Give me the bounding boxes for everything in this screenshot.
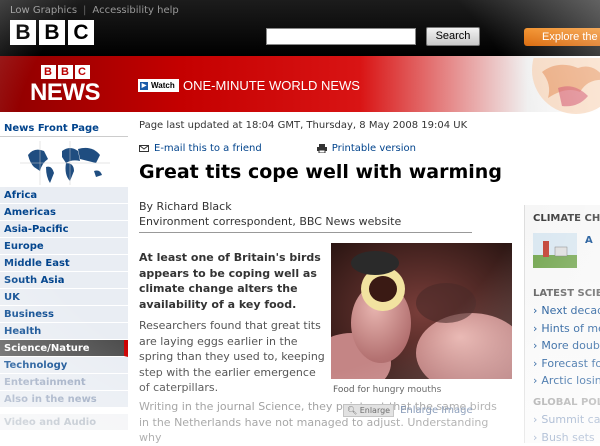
article-lead: At least one of Britain's birds appears … [139,251,321,311]
bbc-letter: B [57,65,73,79]
printer-icon [316,144,327,153]
global-heading: GLOBAL POLI [533,397,600,408]
world-map-icon[interactable] [0,137,128,187]
climate-graphic-icon[interactable] [533,233,577,268]
nav-entertainment[interactable]: Entertainment [0,374,128,391]
article-photo[interactable] [331,243,512,379]
nav-africa[interactable]: Africa [0,187,128,204]
explore-button[interactable]: Explore the [524,28,600,46]
section-nav: News Front Page Africa Americas Asia-Pac… [0,120,128,431]
bbc-letter: B [10,20,36,45]
top-bar: Low Graphics | Accessibility help B B C … [0,0,600,56]
article-tools: E-mail this to a friend Printable versio… [139,143,416,154]
right-sidebar: CLIMATE CH A LATEST SCIE Next decad Hint… [524,205,600,443]
nav-europe[interactable]: Europe [0,238,128,255]
separator: | [83,5,87,16]
one-minute-news-link[interactable]: ONE-MINUTE WORLD NEWS [183,78,360,93]
nav-americas[interactable]: Americas [0,204,128,221]
bbc-news-logo[interactable]: B B C NEWS [26,65,104,107]
global-item[interactable]: Bush sets [533,431,600,444]
nav-middle-east[interactable]: Middle East [0,255,128,272]
email-icon [139,145,149,152]
play-icon: ▶ [140,81,148,90]
bbc-letter: C [74,65,90,79]
latest-heading: LATEST SCIE [533,288,600,299]
author-role: Environment correspondent, BBC News webs… [139,215,402,228]
magnifier-icon: 🔍︎ [347,406,358,415]
latest-item[interactable]: More doubt [533,339,600,357]
nav-video-and-audio[interactable]: Video and Audio [0,414,128,431]
climate-heading: CLIMATE CH [533,213,600,224]
article-paragraph: Researchers found that great tits are la… [139,319,325,394]
byline-divider [139,232,472,233]
author: By Richard Black [139,200,232,213]
printable-label: Printable version [331,143,416,154]
nav-technology[interactable]: Technology [0,357,128,374]
bbc-logo[interactable]: B B C [10,20,94,45]
nav-south-asia[interactable]: South Asia [0,272,128,289]
nav-science-nature[interactable]: Science/Nature [0,340,128,357]
enlarge-label: Enlarge Image [400,405,473,416]
search-button[interactable]: Search [426,27,480,46]
search-input[interactable] [266,28,416,45]
latest-item[interactable]: Hints of me [533,322,600,340]
watch-button[interactable]: ▶ Watch [138,79,179,92]
low-graphics-link[interactable]: Low Graphics [10,5,77,16]
news-wordmark: NEWS [30,79,101,106]
email-label: E-mail this to a friend [154,143,262,154]
nav-also-in-the-news[interactable]: Also in the news [0,391,128,408]
nav-business[interactable]: Business [0,306,128,323]
globe-graphic [532,58,600,114]
bbc-letter: B [39,20,65,45]
nav-news-front-page[interactable]: News Front Page [0,120,128,137]
bbc-letter: C [68,20,94,45]
global-item[interactable]: Summit call [533,413,600,431]
enlarge-button[interactable]: 🔍︎ Enlarge [343,404,395,417]
latest-item[interactable]: Arctic losin [533,374,600,392]
photo-caption: Food for hungry mouths [333,385,442,395]
email-link[interactable]: E-mail this to a friend [139,143,262,154]
climate-link[interactable]: A [585,235,593,246]
enlarge-image-link[interactable]: 🔍︎ Enlarge Enlarge Image [343,404,473,417]
byline: By Richard Black Environment corresponde… [139,199,472,233]
accessibility-link[interactable]: Accessibility help [92,5,178,16]
enlarge-button-label: Enlarge [359,406,391,415]
last-updated: Page last updated at 18:04 GMT, Thursday… [139,120,468,131]
latest-item[interactable]: Forecast fo [533,357,600,375]
bbc-letter: B [40,65,56,79]
printable-link[interactable]: Printable version [316,143,416,154]
nav-health[interactable]: Health [0,323,128,340]
nav-uk[interactable]: UK [0,289,128,306]
top-links: Low Graphics | Accessibility help [10,5,179,16]
watch-label: Watch [151,81,175,90]
nav-asia-pacific[interactable]: Asia-Pacific [0,221,128,238]
latest-item[interactable]: Next decad [533,304,600,322]
article-headline: Great tits cope well with warming [139,161,502,183]
